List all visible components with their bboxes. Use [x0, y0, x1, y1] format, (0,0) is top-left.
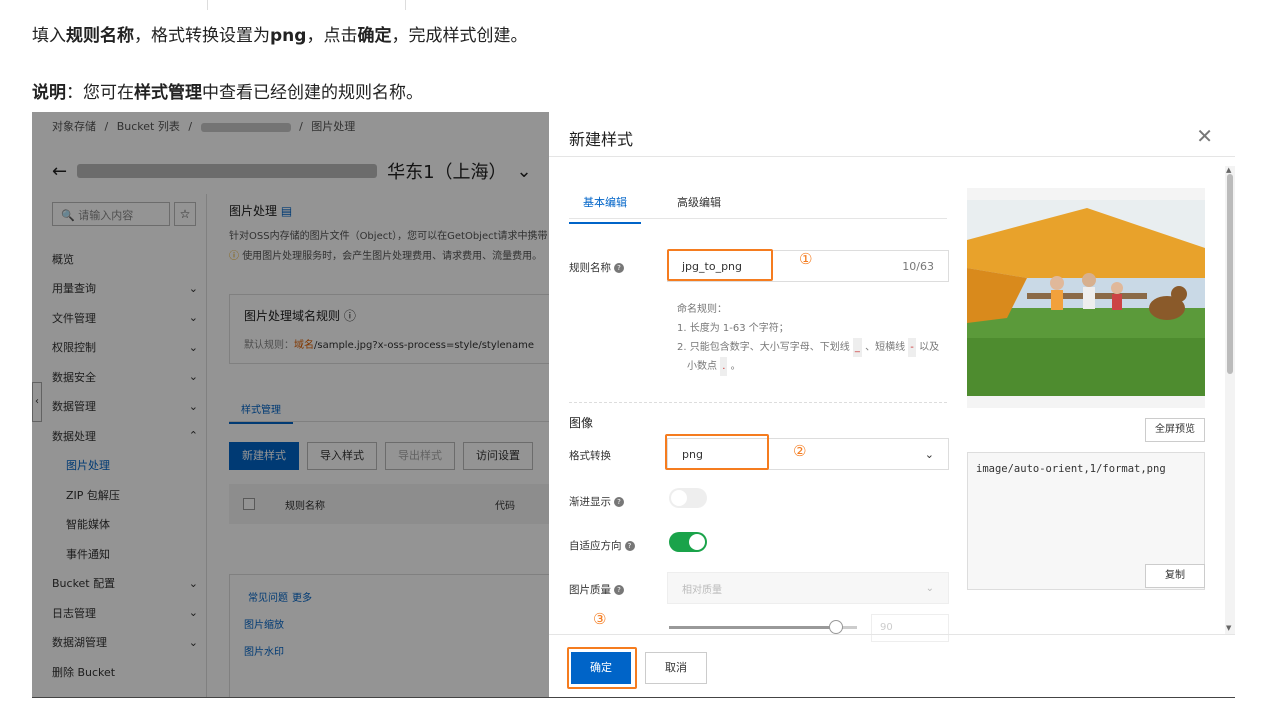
divider [549, 156, 1235, 157]
chevron-down-icon: ⌄ [924, 447, 934, 461]
cancel-button[interactable]: 取消 [645, 652, 707, 684]
quality-slider-rest [843, 626, 857, 629]
close-icon[interactable]: ✕ [1196, 124, 1213, 148]
note-line: 说明：您可在样式管理中查看已经创建的规则名称。 [32, 83, 423, 103]
divider [569, 218, 947, 219]
step-marker: ② [793, 442, 807, 460]
help-icon[interactable]: ? [624, 541, 635, 551]
help-icon[interactable]: ? [614, 585, 624, 595]
highlight-box [667, 249, 773, 281]
divider [569, 402, 947, 403]
chevron-down-icon: ⌄ [925, 582, 934, 594]
quality-label: 图片质量? [569, 582, 624, 597]
tab-basic-edit[interactable]: 基本编辑 [569, 194, 641, 224]
format-label: 格式转换 [569, 450, 611, 462]
panel-tabs: 基本编辑 高级编辑 [569, 194, 735, 224]
help-icon[interactable]: ? [614, 263, 624, 273]
help-icon[interactable]: ? [614, 497, 624, 507]
instruction-line: 填入规则名称，格式转换设置为png，点击确定，完成样式创建。 [32, 26, 528, 46]
highlight-box [567, 647, 637, 689]
modal-overlay[interactable] [32, 112, 549, 697]
full-preview-button[interactable]: 全屏预览 [1145, 418, 1205, 442]
scroll-up-icon[interactable]: ▲ [1226, 166, 1231, 174]
quality-select[interactable]: 相对质量 ⌄ [667, 572, 949, 604]
naming-rules: 命名规则： 1. 长度为 1-63 个字符； 2. 只能包含数字、大小写字母、下… [677, 300, 947, 376]
auto-orient-label: 自适应方向? [569, 538, 635, 553]
preview-image [967, 188, 1205, 408]
rule-name-label: 规则名称? [569, 260, 624, 275]
quality-slider-track[interactable] [669, 626, 849, 629]
progressive-toggle[interactable] [669, 488, 707, 508]
copy-button[interactable]: 复制 [1145, 564, 1205, 588]
scroll-down-icon[interactable]: ▼ [1226, 624, 1231, 632]
section-title: 图像 [569, 416, 594, 430]
divider [207, 0, 208, 10]
highlight-box [665, 434, 769, 470]
progressive-label: 渐进显示? [569, 494, 624, 509]
new-style-panel: 新建样式 ✕ 基本编辑 高级编辑 规则名称? jpg_to_png 10/63 ①… [549, 112, 1235, 697]
document-text: 填入规则名称，格式转换设置为png，点击确定，完成样式创建。 说明：您可在样式管… [0, 0, 1280, 112]
char-count: 10/63 [902, 259, 934, 273]
console-screenshot: 对象存储 / Bucket 列表 / / 图片处理 ← 华东1（上海） ⌄ 🔍 … [32, 112, 1235, 698]
scrollbar-thumb[interactable] [1227, 174, 1233, 374]
step-marker: ① [799, 250, 813, 268]
auto-orient-toggle[interactable] [669, 532, 707, 552]
quality-slider-handle[interactable] [829, 620, 843, 634]
panel-title: 新建样式 [569, 130, 634, 149]
divider [549, 634, 1235, 635]
quality-number-input[interactable]: 90 [871, 614, 949, 642]
step-marker: ③ [593, 610, 607, 628]
divider [405, 0, 406, 10]
tab-advanced-edit[interactable]: 高级编辑 [663, 194, 735, 224]
